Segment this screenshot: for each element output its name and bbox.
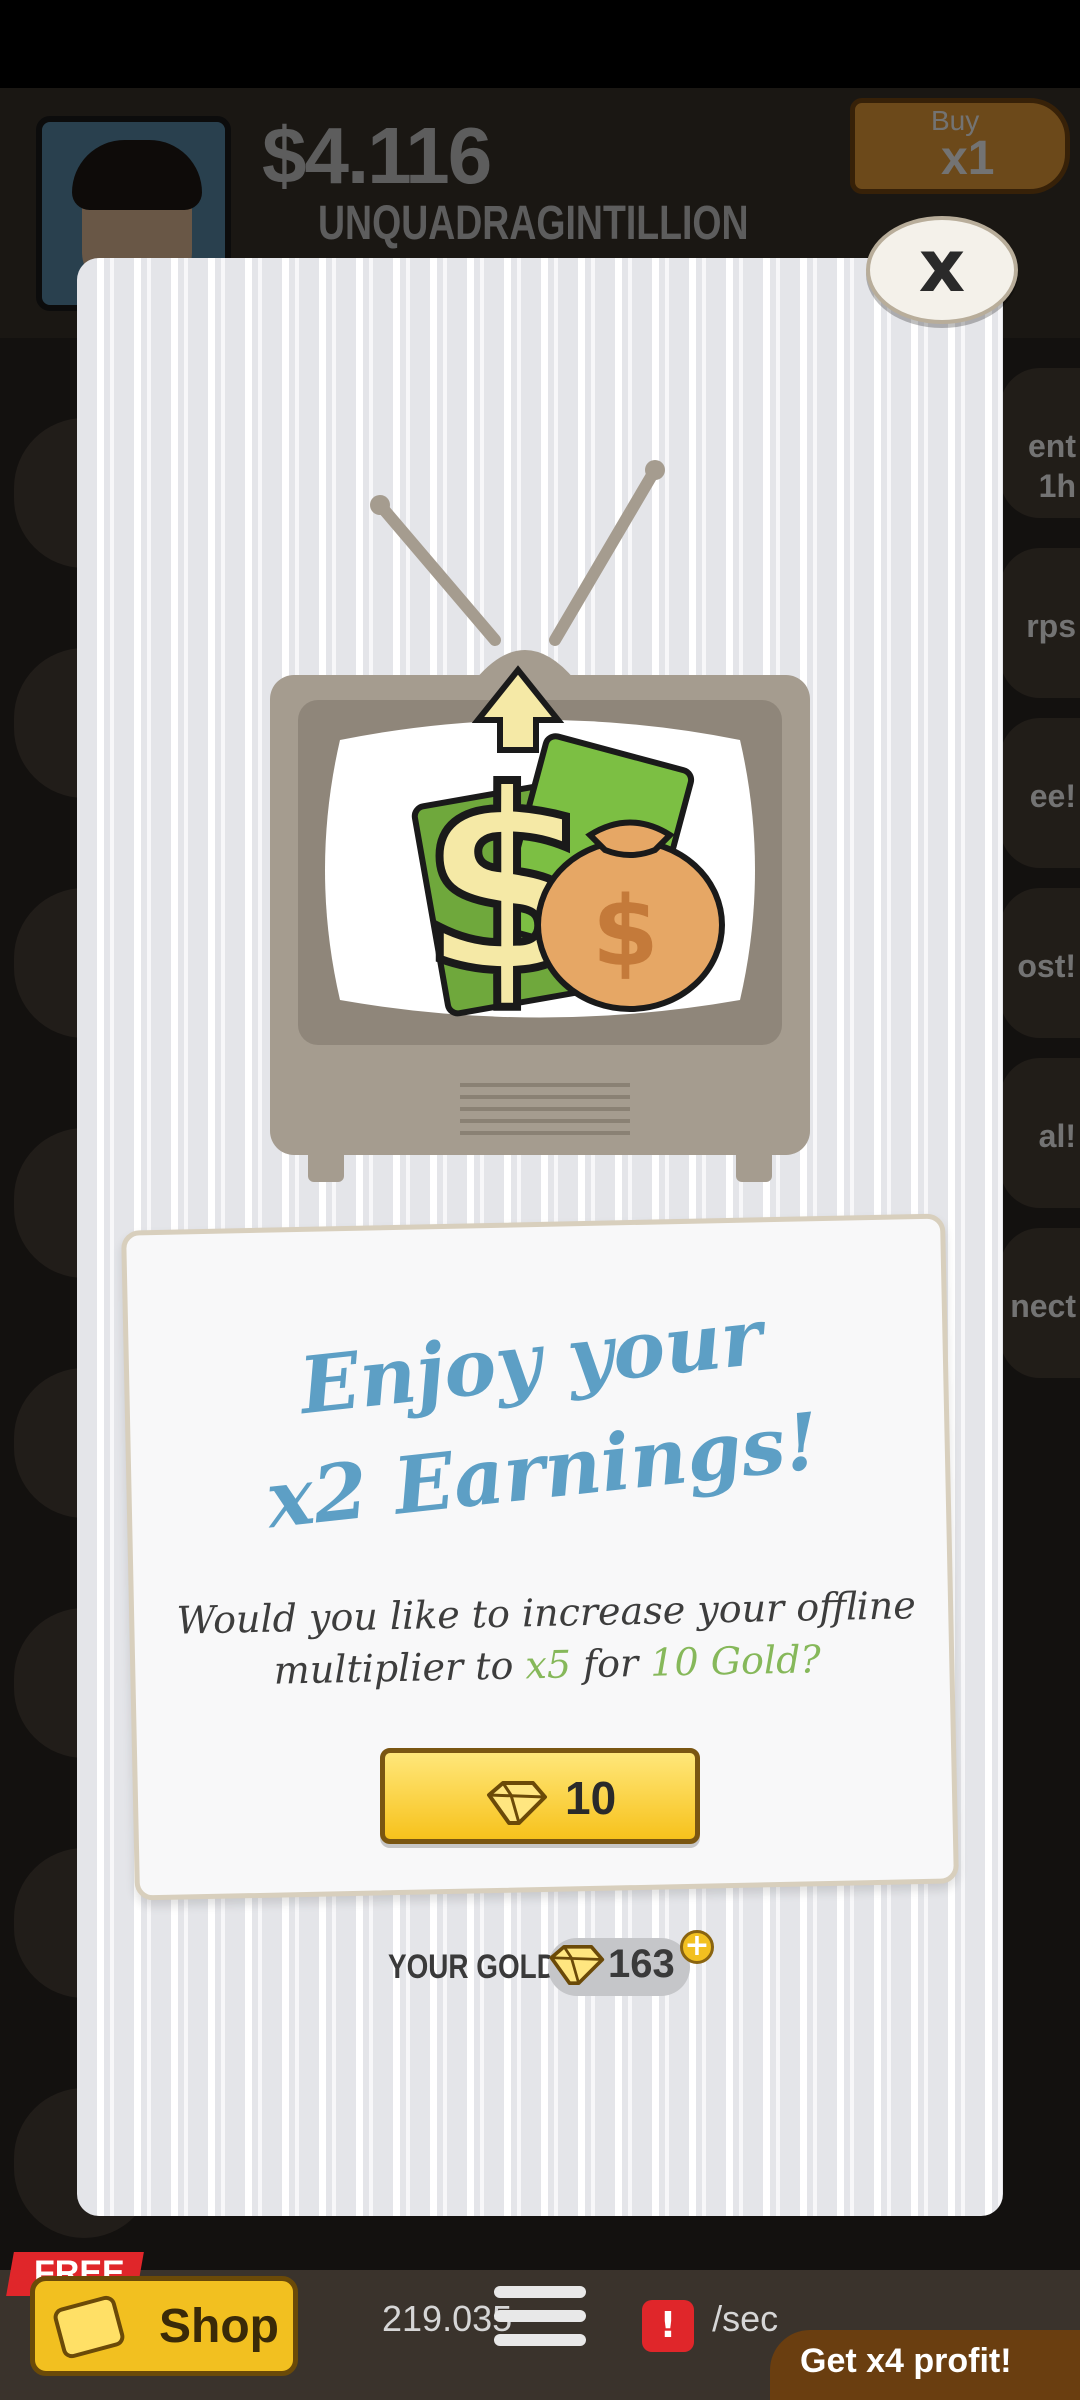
- gold-gem-icon: [487, 1781, 547, 1825]
- shop-button[interactable]: Shop: [30, 2276, 298, 2376]
- offer-description: Would you like to increase your offline …: [174, 1579, 920, 1699]
- close-button[interactable]: x: [866, 216, 1018, 324]
- svg-text:$: $: [592, 876, 659, 988]
- side-button-event[interactable]: [1000, 368, 1080, 518]
- alert-icon[interactable]: !: [642, 2300, 694, 2352]
- tv-icon: $ $: [270, 460, 810, 1182]
- offer-cost: 10 Gold?: [649, 1637, 822, 1685]
- shop-label: Shop: [159, 2300, 279, 2353]
- status-bar: [0, 0, 1080, 88]
- add-gold-button[interactable]: +: [680, 1930, 714, 1964]
- menu-icon[interactable]: [494, 2286, 586, 2366]
- buy-multiplier-button[interactable]: Buy x1: [850, 98, 1070, 194]
- offer-text-part2: for: [570, 1640, 651, 1687]
- offer-title: Enjoy your x2 Earnings!: [121, 1264, 954, 1571]
- buy-label: Buy: [931, 105, 980, 136]
- side-button-deal[interactable]: [1000, 1058, 1080, 1208]
- side-label-timer: 1h: [1038, 468, 1076, 504]
- gem-icon: [51, 2293, 127, 2361]
- buy-multiplier-value: x1: [941, 132, 995, 185]
- side-button-warps[interactable]: [1000, 548, 1080, 698]
- gold-balance: 163: [608, 1942, 675, 1986]
- side-label-warps: rps: [1026, 608, 1076, 644]
- side-label-connect: nect: [1010, 1288, 1076, 1324]
- side-button-connect[interactable]: [1000, 1228, 1080, 1378]
- x4-profit-button[interactable]: Get x4 profit!: [770, 2330, 1080, 2400]
- money-total: $4.116: [262, 111, 492, 200]
- buy-with-gold-button[interactable]: 10: [380, 1748, 700, 1844]
- gold-gem-icon: [549, 1944, 605, 1986]
- side-label-boost: ost!: [1017, 948, 1076, 984]
- buy-price: 10: [565, 1772, 617, 1824]
- side-button-boost[interactable]: [1000, 888, 1080, 1038]
- side-label-deal: al!: [1038, 1118, 1076, 1154]
- money-unit: UNQUADRAGINTILLION: [318, 197, 749, 250]
- avatar-hair: [72, 140, 202, 210]
- side-button-free[interactable]: [1000, 718, 1080, 868]
- your-gold-label: YOUR GOLD:: [388, 1948, 567, 1986]
- side-label-free: ee!: [1029, 778, 1076, 814]
- x4-profit-label: Get x4 profit!: [800, 2342, 1012, 2380]
- side-label-event: ent: [1028, 428, 1076, 464]
- offer-multiplier: x5: [524, 1642, 572, 1688]
- income-rate-value: 219.035: [382, 2298, 513, 2339]
- close-icon: x: [918, 224, 966, 308]
